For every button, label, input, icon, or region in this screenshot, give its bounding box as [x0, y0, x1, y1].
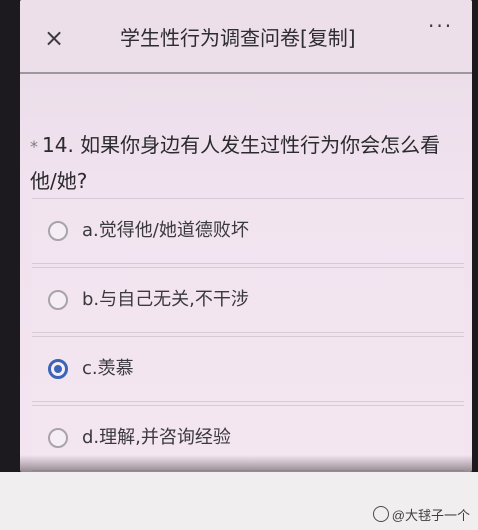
- question-text: * 14. 如果你身边有人发生过性行为你会怎么看他/她?: [30, 128, 466, 198]
- option-a-label: a.觉得他/她道德败坏: [82, 220, 249, 241]
- watermark: @大毬子一个: [372, 506, 470, 526]
- question-label: 14. 如果你身边有人发生过性行为你会怎么看他/她?: [30, 133, 441, 193]
- option-b[interactable]: b.与自己无关,不干涉: [32, 267, 464, 333]
- radio-a[interactable]: [48, 221, 68, 241]
- header-bar: × 学生性行为调查问卷[复制] ···: [20, 0, 472, 74]
- radio-b[interactable]: [48, 290, 68, 310]
- radio-d[interactable]: [48, 428, 68, 448]
- option-list: a.觉得他/她道德败坏 b.与自己无关,不干涉 c.羡慕 d.理解,并咨询经验: [32, 198, 464, 472]
- more-icon[interactable]: ···: [428, 16, 464, 36]
- required-mark: *: [30, 137, 38, 156]
- option-b-label: b.与自己无关,不干涉: [82, 289, 249, 310]
- option-c-label: c.羡慕: [82, 358, 134, 379]
- option-a[interactable]: a.觉得他/她道德败坏: [32, 198, 464, 264]
- option-d-label: d.理解,并咨询经验: [82, 427, 231, 448]
- page-title: 学生性行为调查问卷[复制]: [120, 26, 356, 50]
- radio-c-selected[interactable]: [48, 359, 68, 379]
- phone-screen: × 学生性行为调查问卷[复制] ··· * 14. 如果你身边有人发生过性行为你会…: [20, 0, 472, 472]
- watermark-text: @大毬子一个: [391, 508, 470, 523]
- option-c[interactable]: c.羡慕: [32, 336, 464, 402]
- weibo-icon: [372, 506, 389, 522]
- close-icon[interactable]: ×: [42, 26, 66, 50]
